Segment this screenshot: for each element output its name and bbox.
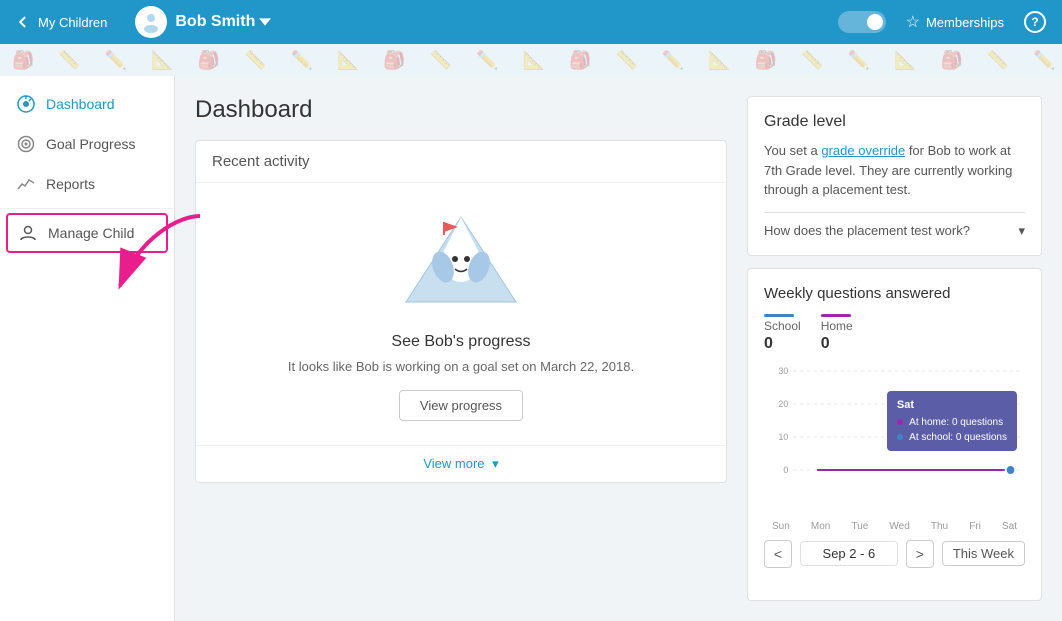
sidebar-item-reports[interactable]: Reports — [0, 164, 174, 204]
recent-activity-header: Recent activity — [196, 141, 726, 183]
sidebar-item-manage-child[interactable]: Manage Child — [6, 213, 168, 253]
school-legend-bar — [764, 314, 794, 317]
x-label-mon: Mon — [811, 521, 830, 532]
toggle[interactable] — [838, 11, 886, 33]
sidebar-item-goal-progress-label: Goal Progress — [46, 136, 135, 152]
x-label-wed: Wed — [889, 521, 909, 532]
sidebar-item-dashboard-label: Dashboard — [46, 96, 115, 112]
grade-level-title: Grade level — [764, 113, 1025, 131]
tooltip-home-dot — [897, 419, 903, 425]
star-icon: ☆ — [906, 12, 920, 32]
x-label-fri: Fri — [969, 521, 981, 532]
grade-override-link[interactable]: grade override — [821, 143, 905, 158]
mascot-illustration — [396, 207, 526, 317]
content-area: Dashboard Recent activity — [175, 76, 1062, 621]
memberships-nav[interactable]: ☆ Memberships — [906, 12, 1004, 32]
avatar — [135, 6, 167, 38]
chart-prev-button[interactable]: < — [764, 540, 792, 568]
sidebar-item-goal-progress[interactable]: Goal Progress — [0, 124, 174, 164]
school-legend-label: School — [764, 319, 801, 333]
back-nav[interactable]: My Children — [16, 15, 107, 30]
sidebar-divider — [0, 208, 174, 209]
home-legend-bar — [821, 314, 851, 317]
chevron-down-icon: ▾ — [492, 456, 499, 471]
goal-progress-icon — [16, 134, 36, 154]
tooltip-title: Sat — [897, 397, 1007, 414]
header-right: ☆ Memberships ? — [838, 11, 1046, 33]
sidebar-item-dashboard[interactable]: Dashboard — [0, 84, 174, 124]
header: My Children Bob Smith ☆ Memberships ? — [0, 0, 1062, 44]
chart-tooltip: Sat At home: 0 questions At school: 0 qu… — [887, 391, 1017, 452]
weekly-questions-card: Weekly questions answered School 0 Home … — [747, 268, 1042, 602]
toggle-knob — [867, 14, 883, 30]
weekly-legend: School 0 Home 0 — [764, 314, 1025, 353]
content-main: Dashboard Recent activity — [195, 96, 727, 601]
chart-next-button[interactable]: > — [906, 540, 934, 568]
tooltip-school-dot — [897, 434, 903, 440]
home-legend-label: Home — [821, 319, 853, 333]
chevron-down-icon: ▾ — [1018, 223, 1025, 239]
dashboard-icon — [16, 94, 36, 114]
main-layout: Dashboard Goal Progress Reports — [0, 76, 1062, 621]
svg-text:20: 20 — [778, 398, 788, 408]
page-title: Dashboard — [195, 96, 727, 124]
chart-x-labels: Sun Mon Tue Wed Thu Fri Sat — [764, 521, 1025, 532]
svg-text:30: 30 — [778, 365, 788, 375]
pattern-bar: 🎒📏✏️ 📐🎒📏 ✏️📐🎒 📏✏️📐 🎒📏✏️ 📐🎒📏 ✏️📐🎒 📏✏️📐 — [0, 44, 1062, 76]
home-legend-value: 0 — [821, 335, 853, 353]
chart-nav: < Sep 2 - 6 > This Week — [764, 540, 1025, 568]
manage-child-icon — [18, 223, 38, 243]
weekly-chart: 30 20 10 0 Sat — [764, 361, 1025, 521]
school-legend-value: 0 — [764, 335, 801, 353]
home-legend: Home 0 — [821, 314, 853, 353]
view-progress-button[interactable]: View progress — [399, 390, 523, 421]
school-legend: School 0 — [764, 314, 801, 353]
recent-activity-body: See Bob's progress It looks like Bob is … — [196, 183, 726, 445]
tooltip-school: At school: 0 questions — [897, 430, 1007, 445]
grade-level-text: You set a grade override for Bob to work… — [764, 141, 1025, 200]
progress-title: See Bob's progress — [391, 333, 530, 351]
weekly-questions-title: Weekly questions answered — [764, 285, 1025, 302]
progress-subtitle: It looks like Bob is working on a goal s… — [288, 359, 634, 374]
grade-level-card: Grade level You set a grade override for… — [747, 96, 1042, 256]
placement-test-dropdown[interactable]: How does the placement test work? ▾ — [764, 212, 1025, 239]
svg-text:0: 0 — [783, 464, 788, 474]
sidebar-item-reports-label: Reports — [46, 176, 95, 192]
content-side: Grade level You set a grade override for… — [747, 96, 1042, 601]
user-section: Bob Smith — [135, 6, 271, 38]
x-label-sun: Sun — [772, 521, 790, 532]
sidebar-item-manage-child-label: Manage Child — [48, 225, 134, 241]
reports-icon — [16, 174, 36, 194]
back-label: My Children — [38, 15, 107, 30]
x-label-tue: Tue — [851, 521, 868, 532]
recent-activity-card: Recent activity — [195, 140, 727, 483]
svg-text:10: 10 — [778, 431, 788, 441]
help-button[interactable]: ? — [1024, 11, 1046, 33]
tooltip-home: At home: 0 questions — [897, 415, 1007, 430]
sidebar: Dashboard Goal Progress Reports — [0, 76, 175, 621]
this-week-button[interactable]: This Week — [942, 541, 1025, 566]
chart-date-range: Sep 2 - 6 — [800, 541, 898, 566]
view-more-bar[interactable]: View more ▾ — [196, 445, 726, 482]
x-label-thu: Thu — [931, 521, 948, 532]
memberships-label: Memberships — [926, 15, 1004, 30]
x-label-sat: Sat — [1002, 521, 1017, 532]
username[interactable]: Bob Smith — [175, 13, 271, 31]
